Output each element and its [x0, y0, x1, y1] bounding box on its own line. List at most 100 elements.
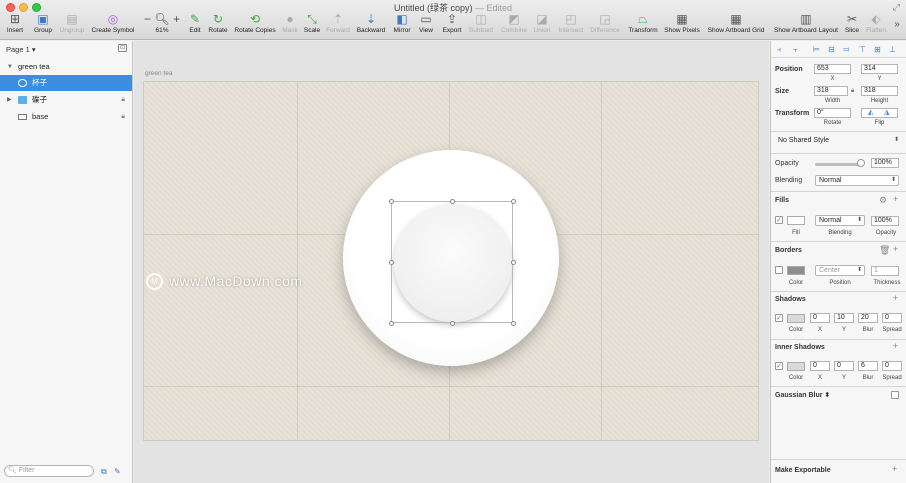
union-button[interactable]: ◪ Union [531, 13, 553, 39]
shadow-x-field[interactable]: 0 [810, 313, 830, 323]
backward-button[interactable]: ⇣ Backward [355, 13, 387, 39]
canvas[interactable]: green tea M www.MacDown.com [134, 41, 769, 483]
flip-horizontal-icon[interactable]: ◭ [868, 109, 873, 117]
group-button[interactable]: ▣ Group [32, 13, 54, 39]
slices-filter-icon[interactable]: ✎ [114, 467, 121, 476]
gaussian-blur-select[interactable]: Gaussian Blur ⬍ [775, 391, 830, 399]
trash-icon[interactable]: 🗑︎ [879, 245, 890, 256]
align-top-icon[interactable]: ⊤ [859, 45, 866, 54]
layer-artboard[interactable]: ▼ green tea [0, 59, 132, 75]
resize-handle[interactable] [389, 260, 394, 265]
fill-enabled-checkbox[interactable]: ✓ [775, 216, 783, 224]
mirror-button[interactable]: ◧ Mirror [391, 13, 413, 39]
show-pixels-button[interactable]: ▦ Show Pixels [664, 13, 700, 39]
distribute-vertical-icon[interactable]: ⫟ [793, 45, 798, 55]
align-middle-icon[interactable]: ⊞ [874, 45, 881, 54]
position-y-field[interactable]: 314 [861, 64, 898, 74]
transform-button[interactable]: ⏢ Transform [626, 13, 660, 39]
align-center-icon[interactable]: ⊟ [828, 45, 835, 54]
add-export-icon[interactable]: + [892, 464, 897, 474]
opacity-slider[interactable] [815, 163, 860, 166]
shadow-color-swatch[interactable] [787, 314, 805, 323]
lock-icon[interactable]: 🔒︎ [121, 92, 125, 108]
difference-button[interactable]: ◲ Difference [588, 13, 622, 39]
height-field[interactable]: 318 [861, 86, 898, 96]
insert-button[interactable]: ⊞ Insert [3, 13, 27, 39]
show-artboard-layout-button[interactable]: ▥ Show Artboard Layout [771, 13, 841, 39]
artboard-title[interactable]: green tea [145, 70, 172, 77]
intersect-button[interactable]: ◰ Intersect [556, 13, 586, 39]
shadow-spread-field[interactable]: 0 [882, 313, 902, 323]
ungroup-button[interactable]: ▤ Ungroup [57, 13, 87, 39]
align-bottom-icon[interactable]: ⊥ [889, 45, 896, 54]
edit-button[interactable]: ✎ Edit [187, 13, 203, 39]
resize-handle[interactable] [450, 199, 455, 204]
resize-handle[interactable] [511, 260, 516, 265]
layer-saucer[interactable]: ▶ 碟子 🔒︎ [0, 92, 132, 108]
add-fill-icon[interactable]: + [893, 194, 898, 204]
layer-filter-input[interactable]: 🔍︎ Filter [4, 465, 94, 477]
fill-blending-select[interactable]: Normal ⬍ [815, 215, 865, 226]
opacity-field[interactable]: 100% [871, 158, 899, 168]
mask-button[interactable]: ● Mask [281, 13, 299, 39]
add-shadow-icon[interactable]: + [893, 293, 898, 303]
shadow-blur-field[interactable]: 20 [858, 313, 878, 323]
flatten-button[interactable]: ⬖ Flatten [864, 13, 888, 39]
subtract-button[interactable]: ◫ Subtract [466, 13, 496, 39]
combine-button[interactable]: ◩ Combine [499, 13, 529, 39]
border-thickness-field[interactable]: 1 [871, 266, 899, 276]
inner-shadow-color-swatch[interactable] [787, 362, 805, 371]
add-border-icon[interactable]: + [893, 244, 898, 254]
layer-cup[interactable]: 杯子 [0, 75, 132, 91]
resize-handle[interactable] [511, 199, 516, 204]
distribute-horizontal-icon[interactable]: ⫞ [777, 45, 781, 55]
lock-proportions-icon[interactable]: 🔒︎ [851, 88, 854, 95]
inner-shadow-blur-field[interactable]: 6 [858, 361, 878, 371]
position-x-field[interactable]: 653 [814, 64, 851, 74]
scale-button[interactable]: ⤡ Scale [303, 13, 321, 39]
resize-handle[interactable] [389, 199, 394, 204]
artboard[interactable] [143, 81, 759, 441]
resize-handle[interactable] [389, 321, 394, 326]
border-position-select[interactable]: Center ⬍ [815, 265, 865, 276]
lock-icon[interactable]: 🔒︎ [121, 109, 125, 125]
forward-button[interactable]: ⇡ Forward [324, 13, 352, 39]
disclosure-closed-icon[interactable]: ▶ [7, 92, 12, 108]
add-inner-shadow-icon[interactable]: + [893, 341, 898, 351]
blending-select[interactable]: Normal ⬍ [815, 175, 899, 186]
slice-button[interactable]: ✂ Slice [844, 13, 860, 39]
export-button[interactable]: ⇪ Export [440, 13, 464, 39]
resize-handle[interactable] [450, 321, 455, 326]
layer-base[interactable]: base 🔒︎ [0, 109, 132, 125]
fill-color-swatch[interactable] [787, 216, 805, 225]
shadow-y-field[interactable]: 10 [834, 313, 854, 323]
page-selector[interactable]: Page 1 ▾ [6, 45, 36, 54]
opacity-slider-knob[interactable] [857, 159, 865, 167]
rotate-button[interactable]: ↻ Rotate [207, 13, 229, 39]
show-artboard-grid-button[interactable]: ▦ Show Artboard Grid [704, 13, 768, 39]
shared-style-select[interactable]: No Shared Style ⬍ [775, 136, 901, 148]
rotate-field[interactable]: 0° [814, 108, 851, 118]
inner-shadow-enabled-checkbox[interactable]: ✓ [775, 362, 783, 370]
disclosure-open-icon[interactable]: ▼ [7, 59, 13, 75]
shadow-enabled-checkbox[interactable]: ✓ [775, 314, 783, 322]
symbols-filter-icon[interactable]: ⧉ [101, 467, 107, 477]
gear-icon[interactable]: ⚙ [879, 195, 887, 206]
align-left-icon[interactable]: ⊨ [813, 45, 820, 54]
fill-opacity-field[interactable]: 100% [871, 216, 899, 226]
inner-shadow-spread-field[interactable]: 0 [882, 361, 902, 371]
flip-vertical-icon[interactable]: ◮ [884, 109, 889, 117]
view-button[interactable]: ▭ View [416, 13, 436, 39]
border-enabled-checkbox[interactable] [775, 266, 783, 274]
create-symbol-button[interactable]: ◎ Create Symbol [89, 13, 137, 39]
rotate-copies-button[interactable]: ⟲ Rotate Copies [233, 13, 277, 39]
width-field[interactable]: 318 [814, 86, 848, 96]
gaussian-blur-checkbox[interactable] [891, 391, 899, 399]
resize-handle[interactable] [511, 321, 516, 326]
fullscreen-icon[interactable]: ⤢ [893, 2, 900, 13]
zoom-control[interactable]: − 🔍︎ +61% [143, 13, 181, 39]
add-page-icon[interactable]: ⊡ [118, 44, 127, 52]
inner-shadow-x-field[interactable]: 0 [810, 361, 830, 371]
inner-shadow-y-field[interactable]: 0 [834, 361, 854, 371]
border-color-swatch[interactable] [787, 266, 805, 275]
